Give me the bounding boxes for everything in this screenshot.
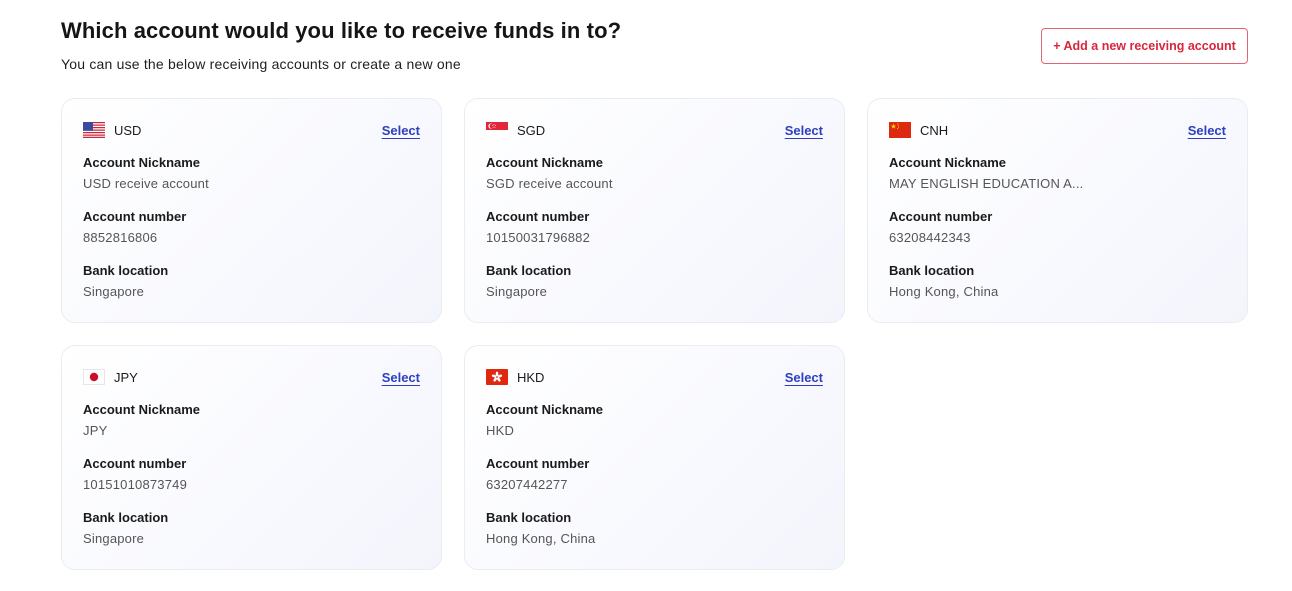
card-header: HKD Select — [486, 368, 823, 386]
bank-location-field: Bank location Singapore — [83, 510, 420, 546]
account-number-label: Account number — [486, 209, 590, 224]
bank-location-label: Bank location — [83, 510, 169, 525]
account-number-field: Account number 10151010873749 — [83, 456, 420, 492]
bank-location-value: Singapore — [486, 284, 548, 299]
nickname-value: SGD receive account — [486, 176, 613, 191]
card-header: SGD Select — [486, 121, 823, 139]
hk-flag-icon — [486, 369, 508, 385]
account-number-value: 10151010873749 — [83, 477, 188, 492]
bank-location-field: Bank location Singapore — [486, 263, 823, 299]
nickname-label: Account Nickname — [83, 402, 201, 417]
account-number-label: Account number — [83, 209, 187, 224]
select-sgd-link[interactable]: Select — [785, 123, 823, 138]
bank-location-label: Bank location — [889, 263, 975, 278]
bank-location-label: Bank location — [486, 263, 572, 278]
bank-location-field: Bank location Singapore — [83, 263, 420, 299]
nickname-field: Account Nickname HKD — [486, 402, 823, 438]
nickname-label: Account Nickname — [83, 155, 201, 170]
currency-code: JPY — [114, 369, 138, 385]
cn-flag-icon — [889, 122, 911, 138]
nickname-value: JPY — [83, 423, 108, 438]
account-number-label: Account number — [486, 456, 590, 471]
page-title: Which account would you like to receive … — [61, 18, 622, 43]
select-hkd-link[interactable]: Select — [785, 370, 823, 385]
bank-location-field: Bank location Hong Kong, China — [889, 263, 1226, 299]
account-number-value: 63207442277 — [486, 477, 568, 492]
account-number-field: Account number 63208442343 — [889, 209, 1226, 245]
nickname-value: HKD — [486, 423, 515, 438]
currency-code: SGD — [517, 122, 546, 138]
nickname-field: Account Nickname JPY — [83, 402, 420, 438]
bank-location-label: Bank location — [83, 263, 169, 278]
bank-location-value: Singapore — [83, 284, 145, 299]
currency-code: HKD — [517, 369, 545, 385]
currency-code: USD — [114, 122, 142, 138]
nickname-field: Account Nickname SGD receive account — [486, 155, 823, 191]
currency-code: CNH — [920, 122, 949, 138]
account-number-label: Account number — [83, 456, 187, 471]
select-jpy-link[interactable]: Select — [382, 370, 420, 385]
nickname-label: Account Nickname — [889, 155, 1007, 170]
bank-location-value: Hong Kong, China — [889, 284, 999, 299]
nickname-value: MAY ENGLISH EDUCATION A... — [889, 176, 1084, 191]
account-card-jpy: JPY Select Account Nickname JPY Account … — [61, 345, 442, 570]
card-header: USD Select — [83, 121, 420, 139]
nickname-label: Account Nickname — [486, 155, 604, 170]
account-card-usd: USD Select Account Nickname USD receive … — [61, 98, 442, 323]
nickname-field: Account Nickname USD receive account — [83, 155, 420, 191]
page-subtitle: You can use the below receiving accounts… — [61, 56, 461, 72]
select-usd-link[interactable]: Select — [382, 123, 420, 138]
bank-location-value: Singapore — [83, 531, 145, 546]
account-number-label: Account number — [889, 209, 993, 224]
account-number-value: 10150031796882 — [486, 230, 591, 245]
sg-flag-icon — [486, 122, 508, 138]
us-flag-icon — [83, 122, 105, 138]
account-number-field: Account number 10150031796882 — [486, 209, 823, 245]
add-receiving-account-button[interactable]: + Add a new receiving account — [1041, 28, 1248, 64]
nickname-label: Account Nickname — [486, 402, 604, 417]
account-card-sgd: SGD Select Account Nickname SGD receive … — [464, 98, 845, 323]
bank-location-label: Bank location — [486, 510, 572, 525]
account-number-field: Account number 63207442277 — [486, 456, 823, 492]
card-header: JPY Select — [83, 368, 420, 386]
receiving-account-page: Which account would you like to receive … — [0, 0, 1292, 591]
card-header: CNH Select — [889, 121, 1226, 139]
nickname-field: Account Nickname MAY ENGLISH EDUCATION A… — [889, 155, 1226, 191]
account-number-value: 8852816806 — [83, 230, 158, 245]
account-number-value: 63208442343 — [889, 230, 971, 245]
account-number-field: Account number 8852816806 — [83, 209, 420, 245]
account-card-hkd: HKD Select Account Nickname HKD Account … — [464, 345, 845, 570]
select-cnh-link[interactable]: Select — [1188, 123, 1226, 138]
jp-flag-icon — [83, 369, 105, 385]
nickname-value: USD receive account — [83, 176, 209, 191]
account-card-cnh: CNH Select Account Nickname MAY ENGLISH … — [867, 98, 1248, 323]
bank-location-value: Hong Kong, China — [486, 531, 596, 546]
bank-location-field: Bank location Hong Kong, China — [486, 510, 823, 546]
